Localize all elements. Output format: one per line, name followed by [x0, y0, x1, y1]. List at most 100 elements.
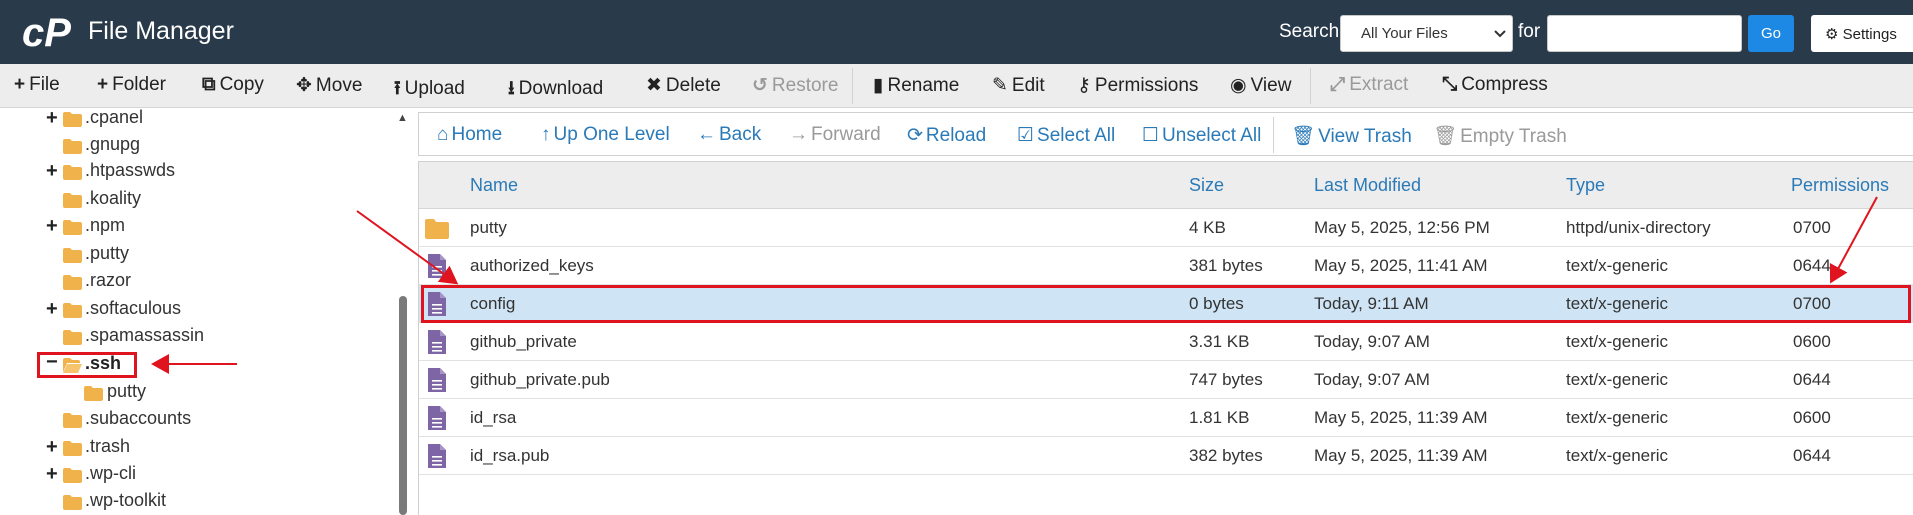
plus-icon: +: [14, 74, 26, 95]
folder-icon: [63, 165, 82, 180]
tree-item-razor[interactable]: .razor: [46, 270, 246, 294]
tree-item-ssh[interactable]: − .ssh: [46, 351, 136, 377]
permissions-button[interactable]: ⚷ Permissions: [1077, 74, 1198, 97]
tree-item-label: .htpasswds: [85, 160, 176, 180]
tree-item-gnupg[interactable]: .gnupg: [46, 134, 246, 158]
unselect-all-button[interactable]: ☐ Unselect All: [1142, 124, 1261, 147]
expand-icon[interactable]: +: [46, 107, 58, 130]
extract-button[interactable]: ⤢ Extract: [1330, 74, 1408, 96]
tree-item-htpasswds[interactable]: + .htpasswds: [46, 160, 246, 184]
table-row[interactable]: putty 4 KB May 5, 2025, 12:56 PM httpd/u…: [419, 209, 1913, 247]
select-all-button[interactable]: ☑ Select All: [1017, 124, 1115, 147]
folder-icon: [63, 413, 82, 428]
cpanel-logo-icon: cP: [22, 11, 71, 54]
tree-item-wp-toolkit[interactable]: .wp-toolkit: [46, 490, 246, 514]
expand-icon[interactable]: +: [46, 215, 58, 238]
home-button[interactable]: ⌂ Home: [437, 124, 502, 146]
toolbar-label: Upload: [404, 78, 465, 99]
tree-item-cpanel[interactable]: + .cpanel: [46, 107, 246, 131]
eye-icon: ◉: [1230, 75, 1247, 96]
expand-icon[interactable]: +: [46, 160, 58, 183]
file-permissions: 0644: [1793, 446, 1831, 465]
nav-label: Empty Trash: [1460, 126, 1567, 147]
folder-open-icon: [63, 358, 82, 373]
folder-icon: [63, 248, 82, 263]
tree-item-ssh-putty[interactable]: putty: [84, 381, 284, 405]
column-size-header[interactable]: Size: [1189, 175, 1224, 196]
download-button[interactable]: ⭳ Download: [508, 74, 603, 106]
rename-button[interactable]: ▮ Rename: [873, 74, 959, 97]
table-row[interactable]: id_rsa.pub 382 bytes May 5, 2025, 11:39 …: [419, 437, 1913, 475]
column-modified-header[interactable]: Last Modified: [1314, 175, 1421, 196]
for-label: for: [1518, 21, 1541, 42]
expand-icon[interactable]: +: [46, 436, 58, 459]
tree-item-npm[interactable]: + .npm: [46, 215, 246, 239]
move-button[interactable]: ✥ Move: [296, 74, 362, 97]
table-row[interactable]: github_private 3.31 KB Today, 9:07 AM te…: [419, 323, 1913, 361]
new-file-button[interactable]: + File: [14, 74, 60, 96]
delete-button[interactable]: ✖ Delete: [646, 74, 721, 97]
toolbar-label: Download: [518, 78, 604, 99]
tree-item-spamassassin[interactable]: .spamassassin: [46, 325, 246, 349]
empty-trash-button[interactable]: 🗑 Empty Trash: [1433, 124, 1567, 148]
go-button[interactable]: Go: [1748, 15, 1794, 52]
collapse-icon[interactable]: −: [46, 351, 58, 374]
forward-button[interactable]: → Forward: [789, 124, 881, 146]
file-name: config: [470, 294, 516, 313]
view-button[interactable]: ◉ View: [1230, 74, 1291, 97]
tree-item-wp-cli[interactable]: + .wp-cli: [46, 463, 246, 487]
restore-button[interactable]: ↺ Restore: [752, 74, 838, 97]
file-size: 381 bytes: [1189, 256, 1263, 275]
file-modified: Today, 9:07 AM: [1314, 332, 1430, 351]
new-folder-button[interactable]: + Folder: [97, 74, 166, 96]
file-type: httpd/unix-directory: [1566, 218, 1711, 237]
table-row-selected[interactable]: config 0 bytes Today, 9:11 AM text/x-gen…: [419, 285, 1913, 323]
folder-icon: [63, 220, 82, 235]
search-input[interactable]: [1547, 15, 1742, 52]
toolbar-label: Edit: [1011, 75, 1045, 96]
gear-icon: ⚙: [1825, 26, 1839, 43]
table-header: Name Size Last Modified Type Permissions: [419, 162, 1913, 209]
copy-button[interactable]: ⧉ Copy: [202, 74, 264, 96]
file-name: id_rsa: [470, 408, 517, 427]
file-size: 0 bytes: [1189, 294, 1244, 313]
header-bar: cP File Manager Search All Your Files fo…: [0, 0, 1913, 64]
key-icon: ⚷: [1077, 75, 1091, 96]
file-modified: Today, 9:07 AM: [1314, 370, 1430, 389]
compress-button[interactable]: ⤡ Compress: [1442, 74, 1548, 96]
tree-item-trash[interactable]: + .trash: [46, 436, 246, 460]
expand-icon[interactable]: +: [46, 463, 58, 486]
settings-button[interactable]: ⚙ Settings: [1811, 15, 1913, 52]
table-row[interactable]: authorized_keys 381 bytes May 5, 2025, 1…: [419, 247, 1913, 285]
search-scope-select[interactable]: All Your Files: [1340, 15, 1513, 52]
plus-icon: +: [97, 74, 109, 95]
tree-item-koality[interactable]: .koality: [46, 188, 246, 212]
file-name: github_private: [470, 332, 577, 351]
view-trash-button[interactable]: 🗑 View Trash: [1291, 124, 1412, 148]
tree-item-putty[interactable]: .putty: [46, 243, 246, 267]
tree-item-label: .gnupg: [85, 134, 141, 154]
tree-scrollbar-thumb[interactable]: [399, 296, 407, 515]
folder-icon: [63, 139, 82, 154]
reload-button[interactable]: ⟳ Reload: [907, 124, 986, 147]
column-type-header[interactable]: Type: [1566, 175, 1605, 196]
chevron-down-icon: [1494, 30, 1506, 38]
edit-button[interactable]: ✎ Edit: [992, 74, 1045, 97]
tree-item-subaccounts[interactable]: .subaccounts: [46, 408, 246, 432]
column-permissions-header[interactable]: Permissions: [1791, 175, 1889, 196]
scroll-up-arrow-icon[interactable]: ▲: [397, 112, 408, 124]
table-row[interactable]: github_private.pub 747 bytes Today, 9:07…: [419, 361, 1913, 399]
tree-item-label: putty: [107, 381, 147, 401]
file-size: 747 bytes: [1189, 370, 1263, 389]
directory-tree: + .cpanel .gnupg + .htpasswds .koality +…: [0, 107, 400, 515]
back-button[interactable]: ← Back: [697, 124, 761, 146]
up-one-level-button[interactable]: ↑ Up One Level: [541, 124, 670, 146]
upload-button[interactable]: ⭱ Upload: [394, 74, 465, 106]
expand-icon[interactable]: +: [46, 298, 58, 321]
tree-item-label: .putty: [85, 243, 130, 263]
file-icon: [428, 368, 446, 392]
column-name-header[interactable]: Name: [470, 175, 518, 196]
table-row[interactable]: id_rsa 1.81 KB May 5, 2025, 11:39 AM tex…: [419, 399, 1913, 437]
tree-item-label: .subaccounts: [85, 408, 192, 428]
tree-item-softaculous[interactable]: + .softaculous: [46, 298, 246, 322]
